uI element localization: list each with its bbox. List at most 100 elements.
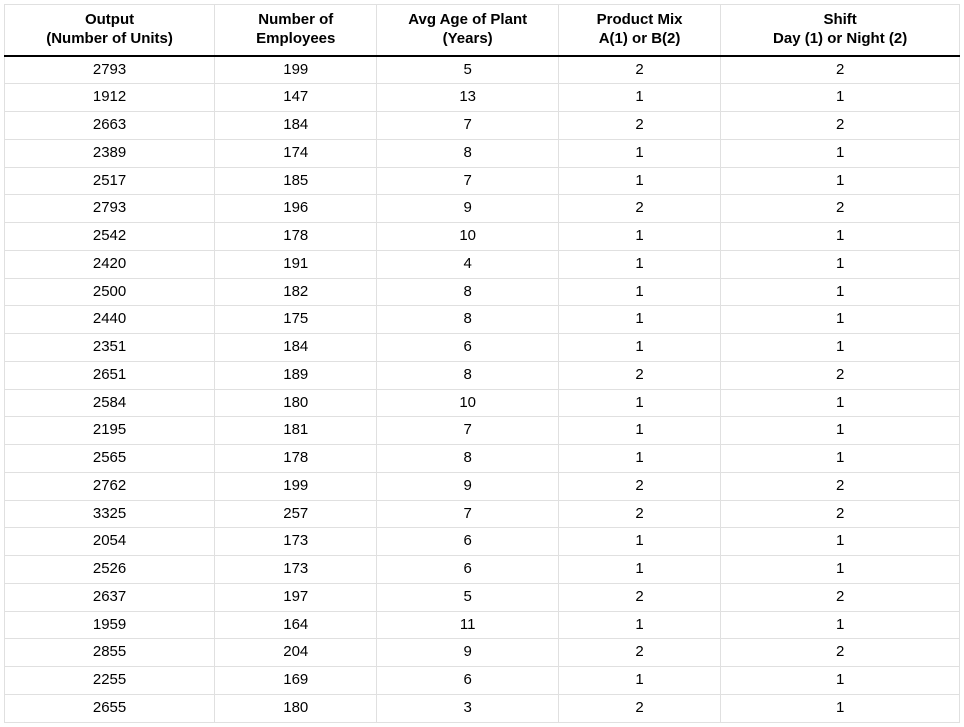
table-cell: 164 (215, 611, 377, 639)
table-cell: 1 (721, 417, 960, 445)
table-cell: 169 (215, 667, 377, 695)
table-cell: 174 (215, 139, 377, 167)
table-cell: 8 (377, 445, 558, 473)
table-cell: 8 (377, 139, 558, 167)
table-row: 2195181711 (5, 417, 960, 445)
table-cell: 147 (215, 84, 377, 112)
table-cell: 2584 (5, 389, 215, 417)
table-row: 2655180321 (5, 694, 960, 722)
table-cell: 2 (558, 639, 720, 667)
header-line2: Day (1) or Night (2) (773, 30, 907, 47)
table-cell: 178 (215, 223, 377, 251)
table-cell: 2195 (5, 417, 215, 445)
table-cell: 180 (215, 694, 377, 722)
table-cell: 173 (215, 556, 377, 584)
table-row: 2420191411 (5, 250, 960, 278)
table-cell: 4 (377, 250, 558, 278)
table-cell: 9 (377, 472, 558, 500)
table-row: 2651189822 (5, 361, 960, 389)
table-cell: 1 (558, 389, 720, 417)
table-cell: 1 (721, 694, 960, 722)
table-cell: 10 (377, 223, 558, 251)
table-cell: 189 (215, 361, 377, 389)
table-cell: 2 (721, 112, 960, 140)
table-cell: 2 (721, 583, 960, 611)
table-cell: 2 (558, 500, 720, 528)
table-cell: 2420 (5, 250, 215, 278)
table-cell: 7 (377, 417, 558, 445)
table-cell: 182 (215, 278, 377, 306)
table-cell: 2 (558, 195, 720, 223)
header-line2: A(1) or B(2) (599, 30, 681, 47)
table-cell: 1 (558, 445, 720, 473)
table-cell: 2440 (5, 306, 215, 334)
header-line1: Avg Age of Plant (408, 11, 527, 28)
table-row: 2054173611 (5, 528, 960, 556)
table-body: 2793199522191214713112663184722238917481… (5, 56, 960, 723)
table-cell: 1 (558, 306, 720, 334)
table-cell: 2517 (5, 167, 215, 195)
table-cell: 175 (215, 306, 377, 334)
table-cell: 1 (721, 278, 960, 306)
table-cell: 9 (377, 195, 558, 223)
table-cell: 9 (377, 639, 558, 667)
table-cell: 2 (558, 361, 720, 389)
table-cell: 10 (377, 389, 558, 417)
header-line1: Product Mix (597, 11, 683, 28)
table-cell: 5 (377, 56, 558, 84)
table-cell: 1 (558, 223, 720, 251)
table-cell: 185 (215, 167, 377, 195)
table-cell: 2255 (5, 667, 215, 695)
table-cell: 6 (377, 334, 558, 362)
table-cell: 2389 (5, 139, 215, 167)
data-table: Output (Number of Units) Number of Emplo… (4, 4, 960, 723)
table-cell: 1 (721, 84, 960, 112)
col-header-plant-age: Avg Age of Plant (Years) (377, 5, 558, 56)
table-cell: 2655 (5, 694, 215, 722)
table-header: Output (Number of Units) Number of Emplo… (5, 5, 960, 56)
table-row: 2255169611 (5, 667, 960, 695)
table-row: 2351184611 (5, 334, 960, 362)
table-row: 19121471311 (5, 84, 960, 112)
table-cell: 2 (721, 361, 960, 389)
table-cell: 8 (377, 306, 558, 334)
header-line2: Employees (256, 30, 335, 47)
header-line2: (Years) (443, 30, 493, 47)
table-cell: 197 (215, 583, 377, 611)
table-cell: 2 (721, 56, 960, 84)
table-cell: 7 (377, 500, 558, 528)
table-cell: 2793 (5, 195, 215, 223)
col-header-output: Output (Number of Units) (5, 5, 215, 56)
table-cell: 1 (721, 223, 960, 251)
table-cell: 1 (558, 139, 720, 167)
table-cell: 2 (558, 56, 720, 84)
col-header-employees: Number of Employees (215, 5, 377, 56)
table-cell: 191 (215, 250, 377, 278)
table-cell: 2 (721, 195, 960, 223)
table-cell: 6 (377, 556, 558, 584)
table-cell: 204 (215, 639, 377, 667)
table-cell: 2 (721, 639, 960, 667)
table-row: 25421781011 (5, 223, 960, 251)
col-header-product-mix: Product Mix A(1) or B(2) (558, 5, 720, 56)
table-cell: 1 (721, 528, 960, 556)
table-cell: 2351 (5, 334, 215, 362)
table-row: 2517185711 (5, 167, 960, 195)
table-cell: 1 (558, 667, 720, 695)
table-cell: 1 (721, 306, 960, 334)
table-cell: 2855 (5, 639, 215, 667)
table-row: 2663184722 (5, 112, 960, 140)
table-cell: 2 (558, 694, 720, 722)
table-cell: 1 (721, 611, 960, 639)
table-cell: 1 (558, 167, 720, 195)
table-row: 25841801011 (5, 389, 960, 417)
table-cell: 1 (721, 445, 960, 473)
table-cell: 13 (377, 84, 558, 112)
table-cell: 2 (558, 472, 720, 500)
table-cell: 1 (721, 334, 960, 362)
table-row: 2526173611 (5, 556, 960, 584)
table-cell: 199 (215, 472, 377, 500)
table-cell: 1 (558, 334, 720, 362)
table-row: 2793199522 (5, 56, 960, 84)
table-cell: 1 (558, 528, 720, 556)
